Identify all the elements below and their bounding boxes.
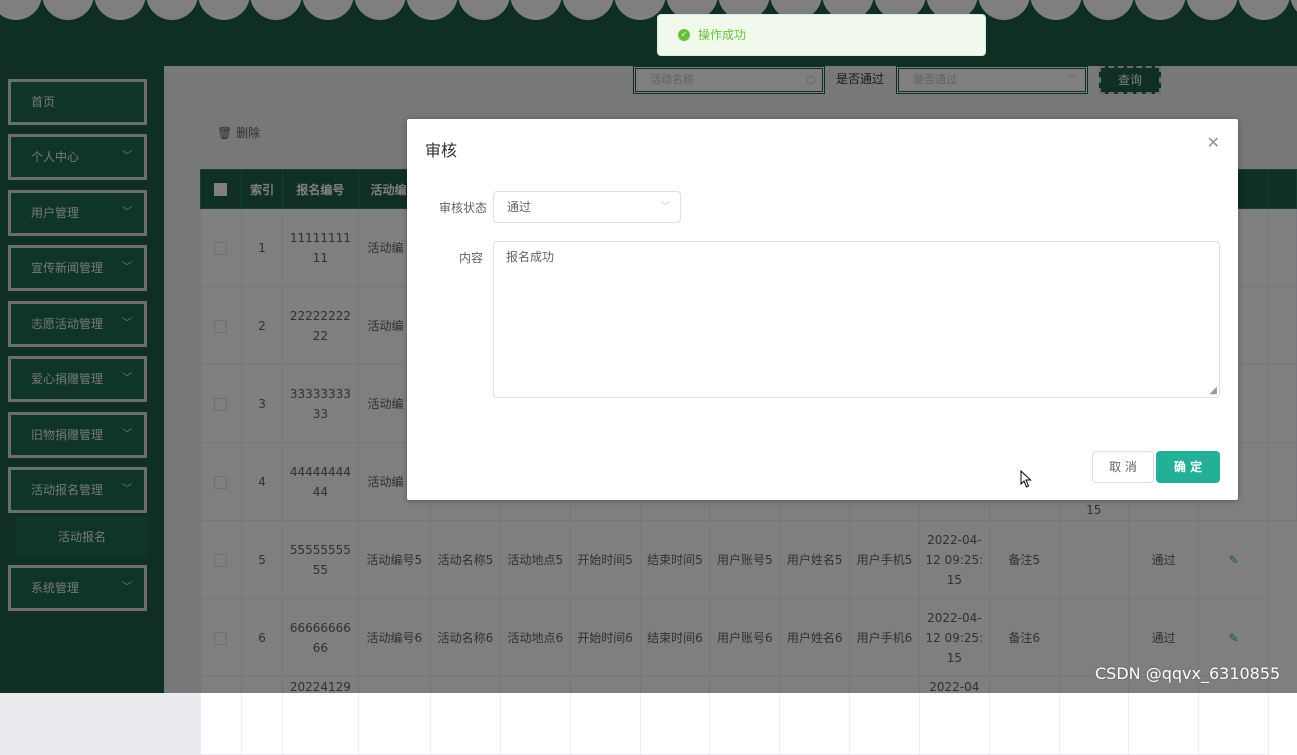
close-icon[interactable]: ✕ xyxy=(1207,133,1220,152)
review-status-value: 通过 xyxy=(507,200,532,214)
success-toast: ✓ 操作成功 xyxy=(657,14,986,56)
confirm-button[interactable]: 确 定 xyxy=(1156,451,1220,483)
check-circle-icon: ✓ xyxy=(678,29,690,41)
review-dialog: 审核 ✕ 审核状态 通过 ﹀ 内容 报名成功 ◢ 取 消 确 定 xyxy=(407,119,1238,500)
resize-handle-icon[interactable]: ◢ xyxy=(1209,385,1217,396)
cancel-button[interactable]: 取 消 xyxy=(1092,451,1154,483)
chevron-down-icon: ﹀ xyxy=(660,202,670,212)
mouse-cursor-icon xyxy=(1020,470,1032,488)
content-label: 内容 xyxy=(458,251,483,265)
toast-message: 操作成功 xyxy=(698,28,747,42)
content-value: 报名成功 xyxy=(506,250,555,264)
review-status-select[interactable]: 通过 ﹀ xyxy=(493,191,681,223)
watermark: CSDN @qqvx_6310855 xyxy=(1095,664,1281,683)
review-status-label: 审核状态 xyxy=(438,201,487,215)
content-textarea[interactable]: 报名成功 ◢ xyxy=(493,241,1220,398)
dialog-title: 审核 xyxy=(425,141,458,160)
